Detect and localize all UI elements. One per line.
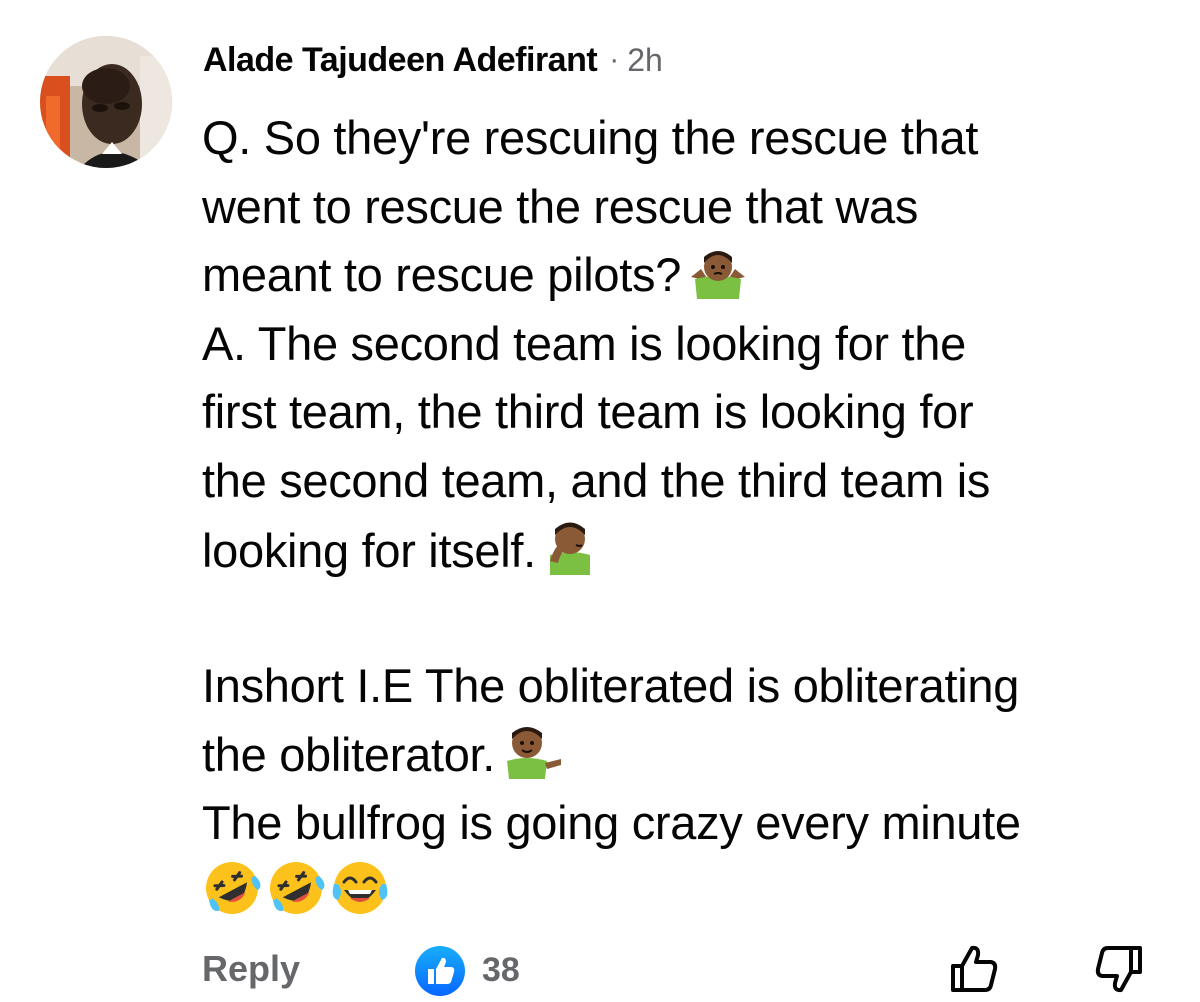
comment-line-with-emoji: looking for itself. (202, 515, 1187, 584)
emoji-row (202, 858, 1187, 927)
face-with-tears-of-joy-emoji (330, 858, 390, 918)
author-name[interactable]: Alade Tajudeen Adefirant (203, 41, 598, 80)
separator-dot: · (609, 43, 620, 76)
rolling-on-floor-laughing-emoji (202, 858, 262, 918)
comment-line: Inshort I.E The obliterated is obliterat… (202, 659, 1020, 712)
comment-line-with-emoji: meant to rescue pilots? (202, 241, 1187, 310)
comment-line-with-emoji: the obliterator. (202, 721, 1187, 790)
like-badge-icon[interactable] (414, 945, 466, 997)
rolling-on-floor-laughing-emoji (266, 858, 326, 918)
like-count: 38 (482, 951, 520, 989)
comment-line: Q. So they're rescuing the rescue that (202, 111, 979, 164)
person-shrugging-emoji (685, 243, 751, 299)
comment-line: A. The second team is looking for the (202, 316, 966, 370)
thumbs-up-icon[interactable] (947, 942, 1001, 996)
comment-line-text: looking for itself. (202, 524, 536, 577)
comment-line: the second team, and the third team is (202, 453, 991, 507)
thumbs-down-icon[interactable] (1092, 942, 1146, 996)
timestamp[interactable]: 2h (627, 42, 663, 79)
comment-line: first team, the third team is looking fo… (202, 385, 974, 438)
comment-line: went to rescue the rescue that was (202, 179, 919, 233)
comment-body: Q. So they're rescuing the rescue that w… (202, 104, 1187, 926)
comment-line-text: the obliterator. (202, 727, 496, 781)
comment-line-text: meant to rescue pilots? (202, 248, 682, 301)
avatar[interactable] (40, 36, 172, 168)
comment-header: Alade Tajudeen Adefirant · 2h (203, 38, 663, 82)
comment-actions: Reply 38 (202, 938, 1162, 998)
reply-button[interactable]: Reply (202, 948, 300, 990)
comment-line: The bullfrog is going crazy every minute (202, 796, 1021, 849)
person-facepalming-emoji (540, 515, 600, 575)
person-tipping-hand-emoji (499, 721, 565, 779)
